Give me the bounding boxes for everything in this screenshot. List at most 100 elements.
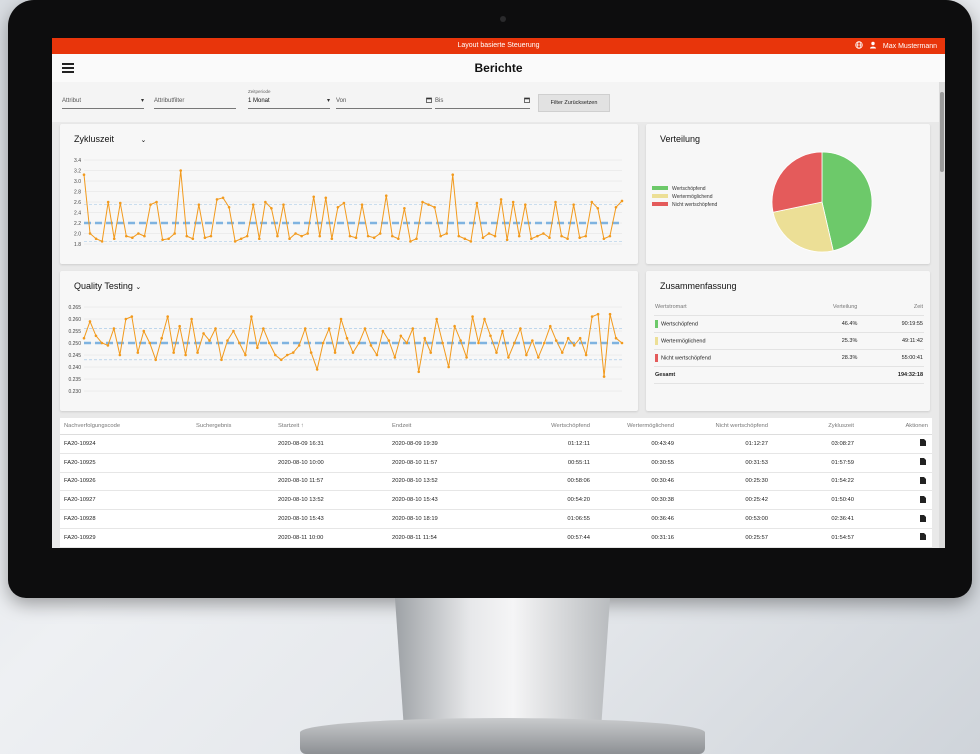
actions-cell [855,509,932,529]
y-tick-label: 3.0 [74,179,81,185]
data-point [256,346,259,350]
data-point [507,356,510,359]
data-point [548,324,552,328]
y-tick-label: 0.240 [68,365,81,371]
data-point [590,200,594,204]
user-area[interactable]: Max Mustermann [855,41,937,51]
zusammenfassung-card: Zusammenfassung Wertstromart Verteilung … [646,271,930,411]
document-icon[interactable] [920,439,926,448]
y-tick-label: 3.4 [74,158,81,164]
bis-date-field[interactable]: Bis [435,96,530,109]
data-point [433,205,436,209]
data-point [318,234,322,238]
document-icon[interactable] [920,458,926,467]
page-title: Berichte [474,61,523,75]
summary-row: Nicht wertschöpfend 28.3% 55:00:41 [654,349,924,367]
col-header[interactable]: Nachverfolgungscode [60,418,195,435]
zeitperiode-select[interactable]: Zeitperiode 1 Monat ▾ [248,89,330,109]
data-point [381,329,385,333]
data-point [149,203,152,206]
scrollbar-thumb[interactable] [940,92,944,172]
table-row[interactable]: FA20-10928 2020-08-10 15:43 2020-08-10 18:… [60,509,932,529]
data-point [501,329,504,333]
table-cell: 2020-08-11 10:00 [277,528,391,548]
col-header[interactable]: Nicht wertschöpfend [675,418,769,435]
von-date-field[interactable]: Von [336,96,432,109]
attributfilter-input[interactable]: Attributfilter [154,96,236,109]
summary-pct: 28.3% [794,349,859,367]
attribut-select[interactable]: Attribut ▾ [62,96,144,109]
page-scrollbar[interactable] [939,82,945,548]
data-point [251,203,255,206]
data-point [429,351,433,354]
table-row[interactable]: FA20-10927 2020-08-10 13:52 2020-08-10 15:… [60,490,932,511]
table-cell: 00:25:57 [675,528,769,548]
data-point [124,317,128,321]
col-header[interactable]: Zykluszeit [769,418,855,435]
data-point [525,353,528,357]
col-header[interactable]: Wertschöpfend [493,418,591,435]
quality-testing-card: Quality Testing ⌄ 0.265 0.260 0.255 0.250 0.… [60,271,638,411]
data-point [405,341,409,345]
table-cell: 2020-08-10 15:43 [391,490,493,511]
data-point [143,234,146,238]
data-point [196,351,199,354]
quality-testing-chart: 0.265 0.260 0.255 0.250 0.245 0.240 0.235 0.230 [68,305,624,395]
table-cell: 02:36:41 [769,509,855,529]
data-point [190,317,193,321]
table-row[interactable]: FA20-10930 2020-08-11 11:542020-08-11 14:… [60,547,932,548]
actions-cell [855,472,932,492]
document-icon[interactable] [920,514,926,524]
table-cell: 2020-08-10 13:52 [391,472,493,492]
table-row[interactable]: FA20-10925 2020-08-10 10:00 2020-08-10 11:… [60,453,932,473]
data-point [309,351,313,354]
calendar-icon[interactable] [426,97,432,105]
data-point [160,336,164,340]
table-row[interactable]: FA20-10926 2020-08-10 11:57 2020-08-10 13:… [60,472,932,492]
table-cell: 00:25:30 [675,472,769,492]
data-point [339,317,343,321]
data-point [390,234,394,238]
summary-pct: 25.3% [794,332,859,350]
y-tick-label: 2.2 [74,221,81,227]
data-point [245,234,249,238]
filter-reset-button[interactable]: Filter Zurücksetzen [538,94,610,112]
table-cell: 00:31:53 [675,453,769,473]
data-point [167,237,170,241]
col-header[interactable]: Startzeit ↑ [277,418,391,435]
data-point [342,201,346,205]
top-bar: Layout basierte Steuerung Max Mustermann [52,38,945,54]
table-cell: 00:53:00 [675,509,769,529]
tracking-table-grid: Nachverfolgungscode Suchergebnis Startze… [60,418,932,548]
data-point [378,232,382,235]
table-cell: 03:08:27 [769,434,855,454]
summary-total-label: Gesamt [654,366,795,384]
col-header[interactable]: Suchergebnis [195,418,277,435]
data-point [142,329,146,333]
document-icon[interactable] [920,476,926,486]
actions-cell [855,434,932,454]
calendar-icon[interactable] [524,97,530,105]
monitor-stand-neck [395,598,610,724]
data-point [185,234,189,238]
data-point [112,237,116,241]
legend-swatch-green [655,320,658,328]
document-icon[interactable] [920,495,926,505]
document-icon[interactable] [920,533,926,542]
data-point [483,317,486,321]
attributfilter-label: Attributfilter [154,98,185,104]
table-cell: 2020-08-10 13:52 [277,490,391,511]
data-point [511,200,515,204]
globe-icon[interactable] [855,41,863,51]
data-point [409,240,412,243]
data-point [560,234,563,238]
col-header[interactable]: Wertermöglichend [591,418,675,435]
table-row[interactable]: FA20-10929 2020-08-11 10:00 2020-08-11 11:… [60,528,932,548]
table-cell: 2020-08-11 11:54 [277,547,391,548]
data-point [421,200,424,204]
col-header[interactable]: Endzeit [391,418,493,435]
table-row[interactable]: FA20-10924 2020-08-09 16:31 2020-08-09 19:… [60,434,932,454]
user-name[interactable]: Max Mustermann [883,43,937,50]
data-point [614,336,618,340]
summary-name: Nicht wertschöpfend [661,355,711,362]
